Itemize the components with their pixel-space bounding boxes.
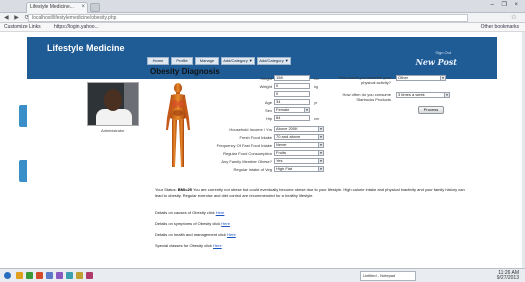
bookmarks-bar: Customize Links https://login.yahoo... O… bbox=[0, 23, 525, 32]
management-link[interactable]: Here bbox=[227, 232, 236, 237]
result-bmi: BMI=25 bbox=[177, 187, 192, 192]
star-icon[interactable]: ☆ bbox=[511, 13, 517, 21]
height-label: Height bbox=[260, 76, 272, 81]
bookmark-link[interactable]: Customize Links bbox=[4, 24, 41, 31]
income-select[interactable]: Above 200K ▼ bbox=[274, 126, 324, 132]
hip-label: Hip bbox=[265, 116, 272, 121]
fresh-food-label: Fresh Food Intake bbox=[239, 135, 272, 140]
browser-tab[interactable]: Lifestyle Medicine... × bbox=[26, 2, 88, 13]
waist-input[interactable]: 0 bbox=[274, 91, 310, 97]
chevron-down-icon: ▼ bbox=[444, 93, 449, 97]
hip-unit: cm bbox=[314, 116, 320, 121]
starbucks-select[interactable]: 3 times a week ▼ bbox=[396, 92, 450, 98]
age-unit: yr bbox=[314, 100, 318, 105]
height-unit: cm bbox=[314, 76, 320, 81]
support-side-tab[interactable] bbox=[19, 160, 27, 182]
page-content: Lifestyle Medicine Sign Out New Post Hom… bbox=[0, 32, 525, 268]
feedback-side-tab[interactable] bbox=[19, 105, 27, 127]
process-button[interactable]: Process bbox=[418, 106, 444, 114]
url-input[interactable]: localhost/lifestylemedicine/obesity.php bbox=[28, 14, 468, 22]
chevron-down-icon: ▼ bbox=[318, 159, 323, 163]
activity-select[interactable]: Other ▼ bbox=[396, 75, 446, 81]
bookmark-link[interactable]: https://login.yahoo... bbox=[54, 24, 99, 31]
food-consumption-select[interactable]: Fruits ▼ bbox=[274, 150, 324, 156]
chevron-down-icon: ▼ bbox=[318, 143, 323, 147]
tab-title: Lifestyle Medicine... bbox=[30, 4, 74, 10]
fresh-food-select[interactable]: 70 and above ▼ bbox=[274, 134, 324, 140]
explorer-icon[interactable] bbox=[16, 272, 23, 279]
symptoms-link[interactable]: Here bbox=[221, 221, 230, 226]
browser-tabbar: Lifestyle Medicine... × – ❐ × bbox=[0, 0, 525, 13]
fast-food-select[interactable]: Never ▼ bbox=[274, 142, 324, 148]
family-obese-label: Any Family Member Obese? bbox=[221, 159, 272, 164]
app-icon[interactable] bbox=[86, 272, 93, 279]
hip-input[interactable]: 84 bbox=[274, 115, 310, 121]
vegetable-intake-label: Regular Intake of Veg bbox=[233, 167, 272, 172]
activity-label: How would you describe your physical act… bbox=[338, 75, 391, 85]
weight-input[interactable]: 0 bbox=[274, 83, 310, 89]
causes-link[interactable]: Here bbox=[216, 210, 225, 215]
weight-label: Weight bbox=[259, 84, 272, 89]
taskbar-window[interactable]: Untitled - Notepad bbox=[360, 271, 416, 281]
human-body-illustration bbox=[166, 83, 190, 167]
avatar bbox=[87, 82, 139, 126]
sex-label: Sex bbox=[265, 108, 272, 113]
avatar-caption: Administrator bbox=[101, 128, 125, 133]
nav-tab-add-category-2[interactable]: Add/Category ▼ bbox=[257, 57, 291, 65]
start-icon[interactable] bbox=[4, 272, 11, 279]
info-link-row: Details on health and management click H… bbox=[155, 232, 236, 237]
other-bookmarks[interactable]: Other bookmarks bbox=[481, 24, 519, 31]
diagnosis-result: Your Status: BMI=25 You are currently no… bbox=[155, 187, 465, 199]
food-consumption-label: Regular Food Consumption bbox=[223, 151, 272, 156]
chevron-down-icon: ▼ bbox=[318, 135, 323, 139]
nav-tab-profile[interactable]: Profile bbox=[171, 57, 193, 65]
os-taskbar: Untitled - Notepad 11:26 AM 9/27/2013 bbox=[0, 268, 525, 282]
weight-unit: kg bbox=[314, 84, 319, 89]
close-tab-icon[interactable]: × bbox=[81, 3, 85, 12]
height-input[interactable]: 158 bbox=[274, 75, 310, 81]
nav-tab-add-category[interactable]: Add/Category ▼ bbox=[221, 57, 255, 65]
info-link-row: Details on symptoms of Obesity click Her… bbox=[155, 221, 230, 226]
chevron-down-icon: ▼ bbox=[318, 167, 323, 171]
site-banner: Lifestyle Medicine Sign Out New Post Hom… bbox=[27, 37, 497, 79]
browser-icon[interactable] bbox=[36, 272, 43, 279]
chevron-down-icon: ▼ bbox=[318, 151, 323, 155]
nav-tab-home[interactable]: Home bbox=[147, 57, 169, 65]
info-link-row: Special classes for Obesity click Here bbox=[155, 243, 222, 248]
new-tab-button[interactable] bbox=[90, 3, 100, 12]
result-prefix: Your Status: bbox=[155, 187, 177, 192]
age-label: Age bbox=[264, 100, 272, 105]
fast-food-label: Frequency Of Fast Food Intake bbox=[216, 143, 272, 148]
signout-link[interactable]: Sign Out bbox=[435, 50, 451, 55]
income-label: Household Income / Yrs bbox=[229, 127, 272, 132]
new-post-link[interactable]: New Post bbox=[416, 57, 457, 67]
family-obese-select[interactable]: Yes ▼ bbox=[274, 158, 324, 164]
info-link-row: Details on causes of Obesity click Here bbox=[155, 210, 225, 215]
site-brand[interactable]: Lifestyle Medicine bbox=[47, 43, 125, 53]
classes-link[interactable]: Here bbox=[213, 243, 222, 248]
address-bar-row: ◀ ▶ ⟳ localhost/lifestylemedicine/obesit… bbox=[0, 13, 525, 23]
page-title: Obesity Diagnosis bbox=[150, 67, 220, 76]
taskbar-clock: 11:26 AM 9/27/2013 bbox=[496, 270, 519, 281]
starbucks-label: How often do you consume Starbucks Produ… bbox=[342, 92, 391, 102]
chevron-down-icon: ▼ bbox=[440, 76, 445, 80]
chevron-down-icon: ▼ bbox=[304, 108, 309, 112]
chevron-down-icon: ▼ bbox=[318, 127, 323, 131]
nav-tab-manage[interactable]: Manage bbox=[195, 57, 219, 65]
age-input[interactable]: 34 bbox=[274, 99, 310, 105]
sex-select[interactable]: Female ▼ bbox=[274, 107, 310, 113]
app-icon[interactable] bbox=[76, 272, 83, 279]
app-icon[interactable] bbox=[46, 272, 53, 279]
result-text: You are currently not obese but could ev… bbox=[155, 187, 465, 198]
app-icon[interactable] bbox=[56, 272, 63, 279]
vegetable-intake-select[interactable]: High Fiat ▼ bbox=[274, 166, 324, 172]
app-icon[interactable] bbox=[66, 272, 73, 279]
app-icon[interactable] bbox=[26, 272, 33, 279]
window-controls[interactable]: – ❐ × bbox=[490, 1, 521, 8]
